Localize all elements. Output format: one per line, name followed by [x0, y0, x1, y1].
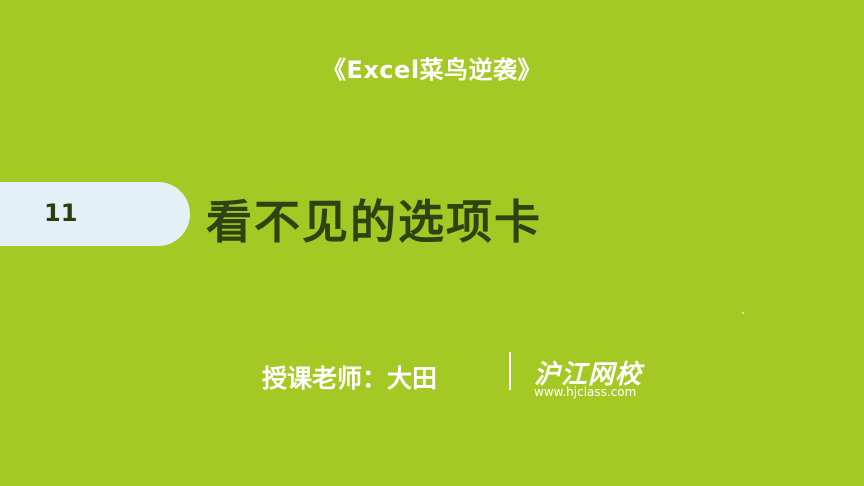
lesson-title: 看不见的选项卡 — [206, 195, 542, 249]
brand-url: www.hjclass.com — [534, 385, 637, 399]
brand-logo: 沪江网校 www.hjclass.com — [534, 354, 664, 404]
divider — [509, 352, 511, 390]
lesson-number: 11 — [44, 199, 78, 227]
lesson-number-tab: 11 — [0, 182, 190, 246]
series-title: 《Excel菜鸟逆袭》 — [321, 56, 543, 84]
slide-canvas: 《Excel菜鸟逆袭》 11 看不见的选项卡 授课老师：大田 沪江网校 www.… — [0, 0, 864, 486]
teacher-label: 授课老师：大田 — [262, 364, 438, 393]
decorative-speck — [742, 312, 744, 314]
